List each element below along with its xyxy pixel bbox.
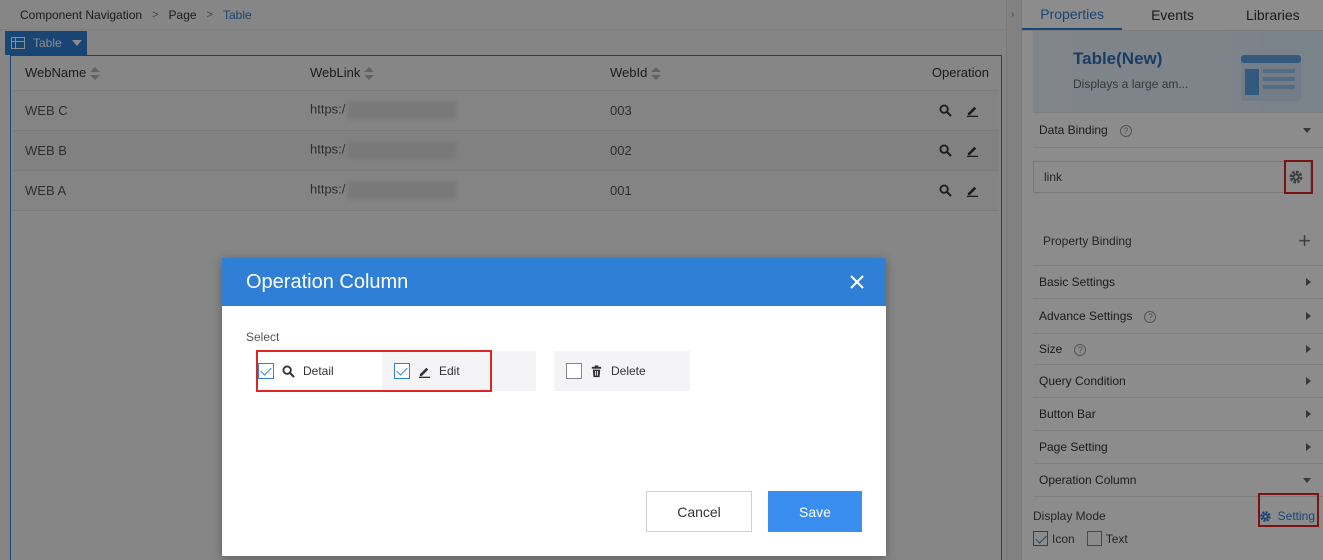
- close-icon[interactable]: [848, 273, 866, 291]
- option-delete[interactable]: Delete: [554, 351, 690, 391]
- select-label: Select: [246, 330, 280, 344]
- operation-column-dialog: Operation Column Select Detail Edit Dele…: [222, 258, 886, 556]
- cancel-button[interactable]: Cancel: [646, 491, 752, 532]
- delete-checkbox[interactable]: [566, 363, 582, 379]
- dialog-title: Operation Column: [246, 270, 409, 293]
- highlight-options: [256, 350, 492, 392]
- trash-icon: [591, 364, 602, 377]
- dialog-header: Operation Column: [222, 258, 886, 306]
- dialog-footer: Cancel Save: [646, 491, 862, 532]
- save-button[interactable]: Save: [768, 491, 862, 532]
